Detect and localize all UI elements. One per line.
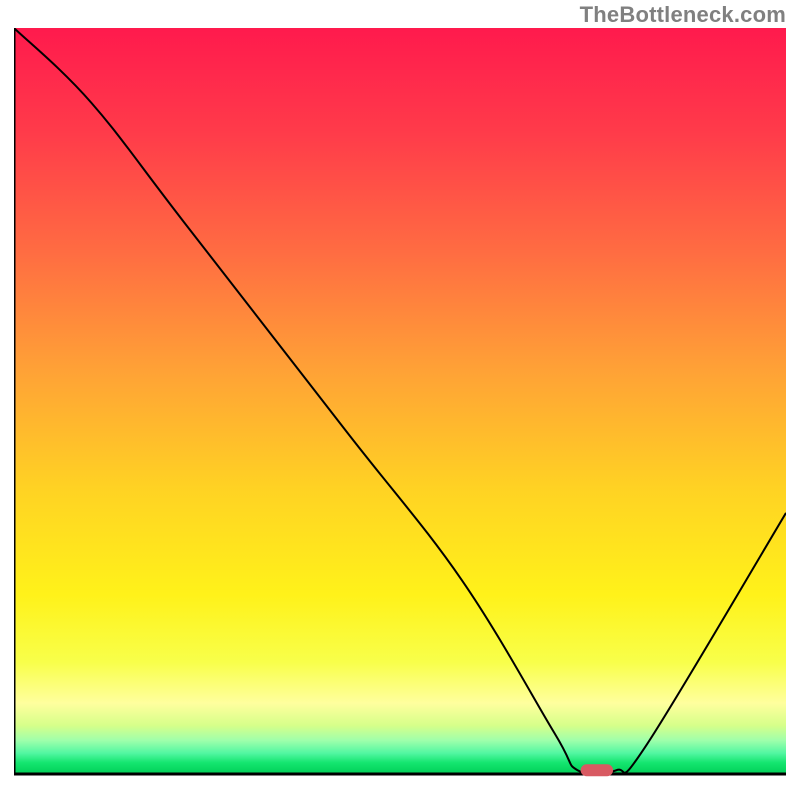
optimal-point-marker xyxy=(581,764,613,776)
chart-container: TheBottleneck.com xyxy=(0,0,800,800)
watermark-label: TheBottleneck.com xyxy=(580,2,786,28)
bottleneck-chart xyxy=(14,28,786,788)
gradient-backdrop xyxy=(14,28,786,774)
